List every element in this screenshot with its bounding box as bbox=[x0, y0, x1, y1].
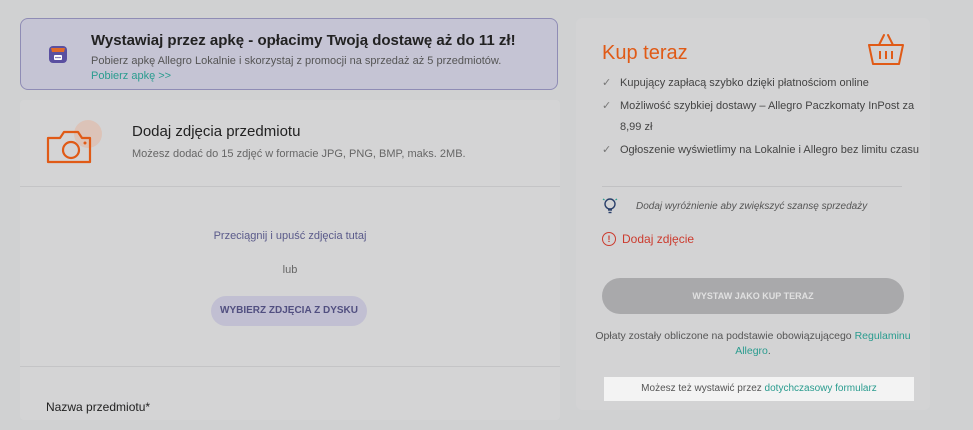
drop-zone-text[interactable]: Przeciągnij i upuść zdjęcia tutaj bbox=[20, 230, 560, 242]
photo-upload-card: Dodaj zdjęcia przedmiotu Możesz dodać do… bbox=[20, 100, 560, 420]
page: Wystawiaj przez apkę - opłacimy Twoją do… bbox=[0, 0, 973, 430]
check-icon: ✓ bbox=[602, 77, 612, 89]
shop-app-icon bbox=[47, 43, 69, 65]
banner-description: Pobierz apkę Allegro Lokalnie i skorzyst… bbox=[91, 55, 502, 67]
feature-text: Możliwość szybkiej dostawy – Allegro Pac… bbox=[620, 100, 915, 133]
divider bbox=[602, 186, 902, 187]
item-name-label: Nazwa przedmiotu* bbox=[46, 400, 151, 414]
left-column: Wystawiaj przez apkę - opłacimy Twoją do… bbox=[20, 18, 560, 420]
feature-text: Ogłoszenie wyświetlimy na Lokalnie i All… bbox=[620, 144, 919, 156]
fees-note: Opłaty zostały obliczone na podstawie ob… bbox=[590, 329, 916, 359]
list-buy-now-button[interactable]: WYSTAW JAKO KUP TERAZ bbox=[602, 278, 904, 314]
check-icon: ✓ bbox=[602, 144, 612, 156]
camera-icon bbox=[44, 118, 104, 172]
old-form-text: Możesz też wystawić przez bbox=[641, 383, 762, 394]
warning-icon: ! bbox=[602, 232, 616, 246]
buy-now-panel: Kup teraz ✓ Kupujący zapłacą szybko dzię… bbox=[576, 18, 930, 410]
check-icon: ✓ bbox=[602, 100, 612, 112]
download-app-link[interactable]: Pobierz apkę >> bbox=[91, 70, 171, 82]
basket-icon bbox=[866, 32, 906, 68]
divider bbox=[20, 366, 560, 367]
photos-description: Możesz dodać do 15 zdjęć w formacie JPG,… bbox=[132, 148, 466, 160]
fees-text: Opłaty zostały obliczone na podstawie ob… bbox=[595, 330, 852, 342]
feature-text: Kupujący zapłacą szybko dzięki płatności… bbox=[620, 77, 869, 89]
app-promo-banner: Wystawiaj przez apkę - opłacimy Twoją do… bbox=[20, 18, 558, 90]
or-text: lub bbox=[282, 264, 298, 276]
buy-now-title: Kup teraz bbox=[602, 42, 688, 64]
old-form-link[interactable]: dotychczasowy formularz bbox=[765, 383, 877, 394]
lightbulb-icon bbox=[602, 197, 618, 215]
photos-title: Dodaj zdjęcia przedmiotu bbox=[132, 123, 301, 140]
fees-end: . bbox=[767, 345, 771, 357]
old-form-box: Możesz też wystawić przez dotychczasowy … bbox=[604, 377, 914, 401]
banner-title: Wystawiaj przez apkę - opłacimy Twoją do… bbox=[91, 32, 516, 49]
divider bbox=[20, 186, 560, 187]
choose-photos-button[interactable]: WYBIERZ ZDJĘCIA Z DYSKU bbox=[211, 296, 367, 326]
add-photo-warning: Dodaj zdjęcie bbox=[622, 232, 695, 246]
promo-tip[interactable]: Dodaj wyróżnienie aby zwiększyć szansę s… bbox=[636, 201, 867, 212]
